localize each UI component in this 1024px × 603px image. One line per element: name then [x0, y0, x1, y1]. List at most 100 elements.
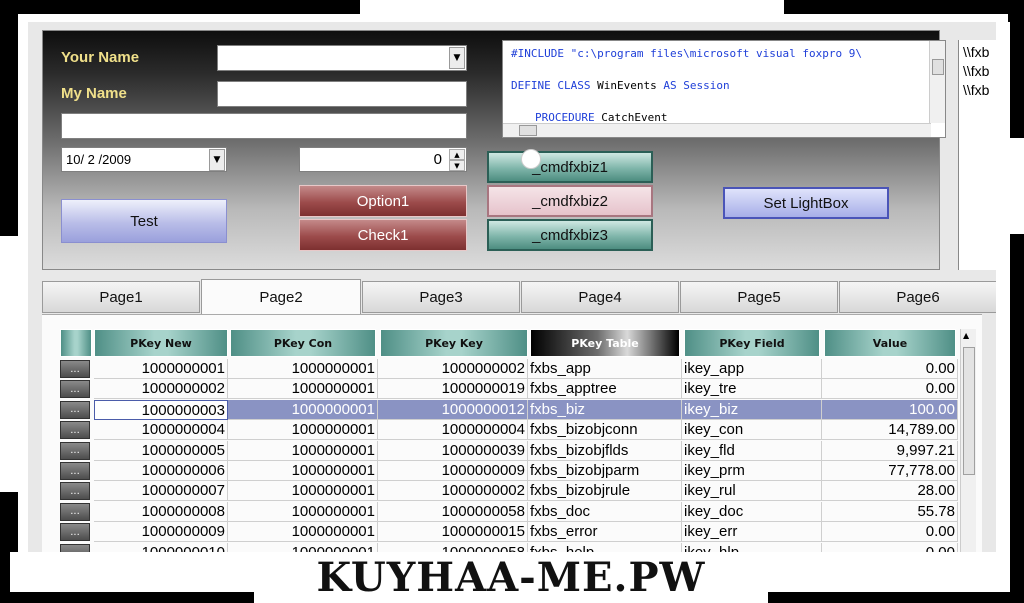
- your-name-combo[interactable]: ▼: [217, 45, 467, 71]
- tab-page4[interactable]: Page4: [521, 281, 679, 313]
- table-cell[interactable]: 1000000009: [94, 522, 228, 543]
- code-horizontal-scrollbar[interactable]: [503, 123, 931, 137]
- table-cell[interactable]: 1000000001: [228, 501, 378, 522]
- my-name-field[interactable]: [217, 81, 467, 107]
- table-cell[interactable]: 1000000006: [94, 461, 228, 481]
- table-cell[interactable]: 1000000002: [378, 359, 528, 379]
- table-row[interactable]: ... 1000000006 1000000001 1000000009 fxbs_bi…: [60, 461, 960, 481]
- tab-page3[interactable]: Page3: [362, 281, 520, 313]
- grid-vertical-scrollbar[interactable]: ▲: [960, 329, 976, 552]
- table-cell[interactable]: fxbs_apptree: [528, 379, 682, 400]
- row-edit-button[interactable]: ...: [60, 502, 90, 521]
- table-cell[interactable]: 1000000001: [228, 420, 378, 441]
- dropdown-arrow-icon[interactable]: ▼: [449, 47, 465, 69]
- table-cell[interactable]: fxbs_bizobjrule: [528, 481, 682, 502]
- table-cell[interactable]: 1000000002: [378, 481, 528, 502]
- table-cell[interactable]: 1000000008: [94, 501, 228, 522]
- table-cell[interactable]: ikey_rul: [682, 481, 822, 502]
- table-cell[interactable]: 1000000012: [378, 399, 528, 420]
- table-cell[interactable]: ikey_biz: [682, 399, 822, 420]
- calendar-dropdown-icon[interactable]: ▼: [209, 149, 225, 171]
- table-cell[interactable]: 9,997.21: [822, 440, 958, 461]
- table-cell[interactable]: 1000000004: [94, 420, 228, 441]
- date-picker[interactable]: 10/ 2 /2009 ▼: [61, 147, 227, 172]
- table-cell[interactable]: 1000000005: [94, 440, 228, 461]
- table-cell[interactable]: ikey_app: [682, 359, 822, 379]
- table-row[interactable]: ... 1000000008 1000000001 1000000058 fxbs_do…: [60, 501, 960, 522]
- row-edit-button[interactable]: ...: [60, 421, 90, 440]
- row-edit-button[interactable]: ...: [60, 400, 90, 419]
- table-cell[interactable]: 1000000001: [228, 379, 378, 400]
- row-edit-button[interactable]: ...: [60, 543, 90, 552]
- spin-up-icon[interactable]: ▲: [449, 149, 465, 160]
- table-cell[interactable]: 1000000003: [94, 399, 228, 420]
- table-cell[interactable]: fxbs_bizobjparm: [528, 461, 682, 481]
- column-header-value[interactable]: Value: [824, 329, 956, 357]
- table-cell[interactable]: 0.00: [822, 359, 958, 379]
- column-header-pkey-table[interactable]: PKey Table: [530, 329, 680, 357]
- table-cell[interactable]: 1000000001: [228, 522, 378, 543]
- table-cell[interactable]: 1000000001: [228, 542, 378, 552]
- spin-down-icon[interactable]: ▼: [449, 160, 465, 171]
- row-edit-button[interactable]: ...: [60, 441, 90, 460]
- grid-scroll-thumb[interactable]: [963, 347, 975, 475]
- table-cell[interactable]: fxbs_doc: [528, 501, 682, 522]
- code-scroll-thumb[interactable]: [932, 59, 944, 75]
- table-cell[interactable]: 1000000001: [228, 461, 378, 481]
- code-vertical-scrollbar[interactable]: [929, 41, 945, 123]
- table-cell[interactable]: 1000000058: [378, 542, 528, 552]
- table-cell[interactable]: fxbs_app: [528, 359, 682, 379]
- table-row[interactable]: ... 1000000007 1000000001 1000000002 fxbs_bi…: [60, 481, 960, 502]
- tab-page2[interactable]: Page2: [201, 279, 361, 315]
- table-cell[interactable]: ikey_hlp: [682, 542, 822, 552]
- table-cell[interactable]: ikey_fld: [682, 440, 822, 461]
- table-cell[interactable]: 0.00: [822, 522, 958, 543]
- table-cell[interactable]: ikey_doc: [682, 501, 822, 522]
- table-cell[interactable]: ikey_tre: [682, 379, 822, 400]
- test-button[interactable]: Test: [61, 199, 227, 243]
- table-cell[interactable]: ikey_con: [682, 420, 822, 441]
- table-cell[interactable]: 55.78: [822, 501, 958, 522]
- table-cell[interactable]: 28.00: [822, 481, 958, 502]
- table-cell[interactable]: 1000000002: [94, 379, 228, 400]
- table-cell[interactable]: ikey_prm: [682, 461, 822, 481]
- row-edit-button[interactable]: ...: [60, 380, 90, 399]
- row-edit-button[interactable]: ...: [60, 482, 90, 501]
- scroll-up-icon[interactable]: ▲: [963, 331, 969, 340]
- table-cell[interactable]: ikey_err: [682, 522, 822, 543]
- option1-button[interactable]: Option1: [299, 185, 467, 217]
- extra-text-field[interactable]: [61, 113, 467, 139]
- table-cell[interactable]: 1000000001: [228, 359, 378, 379]
- column-header-pkey-key[interactable]: PKey Key: [380, 329, 528, 357]
- table-cell[interactable]: 1000000001: [228, 399, 378, 420]
- table-cell[interactable]: 1000000001: [228, 481, 378, 502]
- table-cell[interactable]: fxbs_bizobjconn: [528, 420, 682, 441]
- row-edit-button[interactable]: ...: [60, 360, 90, 378]
- cmdfxbiz1-button[interactable]: _cmdfxbiz1: [487, 151, 653, 183]
- quantity-spinner[interactable]: 0 ▲ ▼: [299, 147, 467, 172]
- table-cell[interactable]: 1000000004: [378, 420, 528, 441]
- column-header-pkey-field[interactable]: PKey Field: [684, 329, 820, 357]
- tab-page6[interactable]: Page6: [839, 281, 996, 313]
- tab-page5[interactable]: Page5: [680, 281, 838, 313]
- table-cell[interactable]: fxbs_bizobjflds: [528, 440, 682, 461]
- table-cell[interactable]: 100.00: [822, 399, 958, 420]
- table-row[interactable]: ... 1000000004 1000000001 1000000004 fxbs_bi…: [60, 420, 960, 441]
- row-edit-button[interactable]: ...: [60, 462, 90, 480]
- table-cell[interactable]: fxbs_error: [528, 522, 682, 543]
- tab-page1[interactable]: Page1: [42, 281, 200, 313]
- cmdfxbiz2-button[interactable]: _cmdfxbiz2: [487, 185, 653, 217]
- row-edit-button[interactable]: ...: [60, 523, 90, 542]
- table-row[interactable]: ... 1000000002 1000000001 1000000019 fxbs_ap…: [60, 379, 960, 400]
- column-header-pkey-con[interactable]: PKey Con: [230, 329, 376, 357]
- set-lightbox-button[interactable]: Set LightBox: [723, 187, 889, 219]
- table-cell[interactable]: 1000000058: [378, 501, 528, 522]
- table-row[interactable]: ... 1000000001 1000000001 1000000002 fxbs_ap…: [60, 359, 960, 379]
- table-cell[interactable]: 1000000001: [94, 359, 228, 379]
- table-cell[interactable]: 1000000015: [378, 522, 528, 543]
- table-cell[interactable]: fxbs_help: [528, 542, 682, 552]
- table-cell[interactable]: 1000000039: [378, 440, 528, 461]
- column-header-pkey-new[interactable]: PKey New: [94, 329, 228, 357]
- table-cell[interactable]: 1000000001: [228, 440, 378, 461]
- code-editor[interactable]: #INCLUDE "c:\program files\microsoft vis…: [502, 40, 946, 138]
